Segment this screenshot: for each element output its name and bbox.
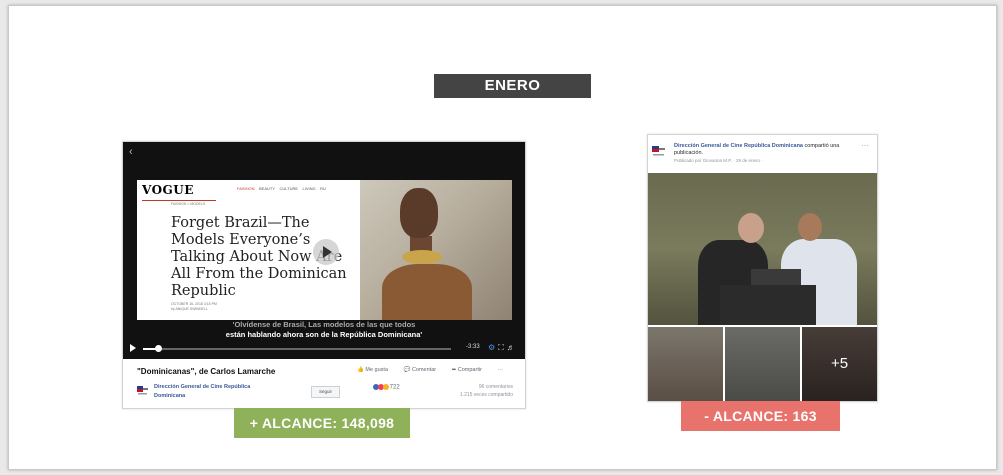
post-header: Dirección General de Cine República Domi…: [674, 143, 864, 157]
follow-button[interactable]: Seguir: [311, 386, 340, 398]
volume-icon[interactable]: ♬: [507, 343, 515, 352]
more-options-icon[interactable]: ···: [861, 141, 869, 150]
model-head: [400, 188, 438, 238]
post-title: "Dominicanas", de Carlos Lamarche: [137, 367, 276, 376]
vogue-nav-item: BEAUTY: [259, 186, 276, 191]
reactions[interactable]: 722: [373, 384, 400, 391]
video-player[interactable]: ‹ VOGUE FASHION BEAUTY CULTURE LIVING RU…: [123, 142, 525, 359]
like-button[interactable]: 👍 Me gusta: [357, 367, 395, 373]
comment-label: Comentar: [411, 367, 437, 373]
page-name-link[interactable]: Dirección General de Cine República Domi…: [154, 383, 279, 401]
photo-thumbnail[interactable]: [725, 327, 800, 401]
gold-collar: [402, 250, 442, 264]
vogue-nav: FASHION BEAUTY CULTURE LIVING RU: [237, 186, 326, 191]
main-photo[interactable]: [648, 173, 877, 325]
post-actions: 👍 Me gusta 💬 Comentar ➦ Compartir ···: [357, 367, 510, 373]
person-head: [798, 213, 822, 241]
vogue-logo: VOGUE: [142, 183, 194, 197]
seek-handle[interactable]: [155, 345, 163, 352]
share-label: Compartir: [457, 367, 482, 373]
podium: [720, 285, 816, 325]
model-body: [382, 264, 472, 320]
like-label: Me gusta: [365, 367, 389, 373]
vogue-divider: [142, 200, 216, 201]
facebook-video-post[interactable]: ‹ VOGUE FASHION BEAUTY CULTURE LIVING RU…: [122, 141, 526, 409]
more-icon[interactable]: ···: [497, 367, 503, 373]
video-controls: -3:33 ⚙ ⛶ ♬: [123, 342, 525, 356]
more-photos-overlay[interactable]: +5: [802, 327, 877, 401]
comments-count[interactable]: 96 comentarios: [449, 383, 513, 391]
shares-count[interactable]: 1.215 veces compartido: [449, 391, 513, 399]
comment-button[interactable]: 💬 Comentar: [404, 367, 444, 373]
time-remaining: -3:33: [466, 344, 480, 350]
vogue-nav-item: FASHION: [237, 186, 255, 191]
vogue-section: FASHION > MODELS: [171, 202, 206, 206]
facebook-shared-post[interactable]: Dirección General de Cine República Domi…: [647, 134, 878, 402]
slide: ENERO ‹ VOGUE FASHION BEAUTY CULTURE LIV…: [8, 5, 997, 470]
engagement-counts: 96 comentarios 1.215 veces compartido: [449, 383, 513, 399]
play-small-icon[interactable]: [130, 344, 136, 352]
vogue-nav-item: CULTURE: [279, 186, 299, 191]
page-logo-icon[interactable]: [652, 145, 666, 157]
subtitle-line-1: 'Olvídense de Brasil, Las modelos de las…: [232, 320, 416, 329]
month-banner: ENERO: [434, 74, 591, 98]
vogue-nav-item: LIVING: [302, 186, 316, 191]
reach-badge-negative: - ALCANCE: 163: [681, 401, 840, 431]
back-arrow-icon[interactable]: ‹: [129, 146, 133, 158]
play-icon[interactable]: [313, 239, 339, 265]
player-icons: ⚙ ⛶ ♬: [485, 343, 515, 353]
article-byline: OCTOBER 16, 2018 3:15 PM by ANIQUE SWIND…: [171, 302, 217, 312]
reactions-count: 722: [389, 384, 400, 391]
vogue-nav-item: RU: [320, 186, 326, 191]
photo-thumbnail[interactable]: [648, 327, 723, 401]
model-photo: [360, 180, 512, 320]
wow-reaction-icon: [383, 384, 389, 390]
seek-bar[interactable]: [143, 348, 451, 350]
settings-icon[interactable]: ⚙: [488, 343, 495, 352]
post-meta: Publicado por Giovanna M.P. · 29 de ener…: [674, 158, 763, 163]
video-subtitles: 'Olvídense de Brasil, Las modelos de las…: [123, 320, 525, 340]
person-head: [738, 213, 764, 243]
share-button[interactable]: ➦ Compartir: [452, 367, 489, 373]
reach-badge-positive: + ALCANCE: 148,098: [234, 408, 410, 438]
page-name-link[interactable]: Dirección General de Cine República Domi…: [674, 143, 803, 149]
fullscreen-icon[interactable]: ⛶: [498, 343, 504, 352]
subtitle-line-2: están hablando ahora son de la República…: [225, 330, 423, 339]
laptop: [751, 269, 801, 285]
byline-author: by ANIQUE SWINDELL: [171, 307, 208, 311]
page-logo-icon[interactable]: [137, 385, 148, 396]
